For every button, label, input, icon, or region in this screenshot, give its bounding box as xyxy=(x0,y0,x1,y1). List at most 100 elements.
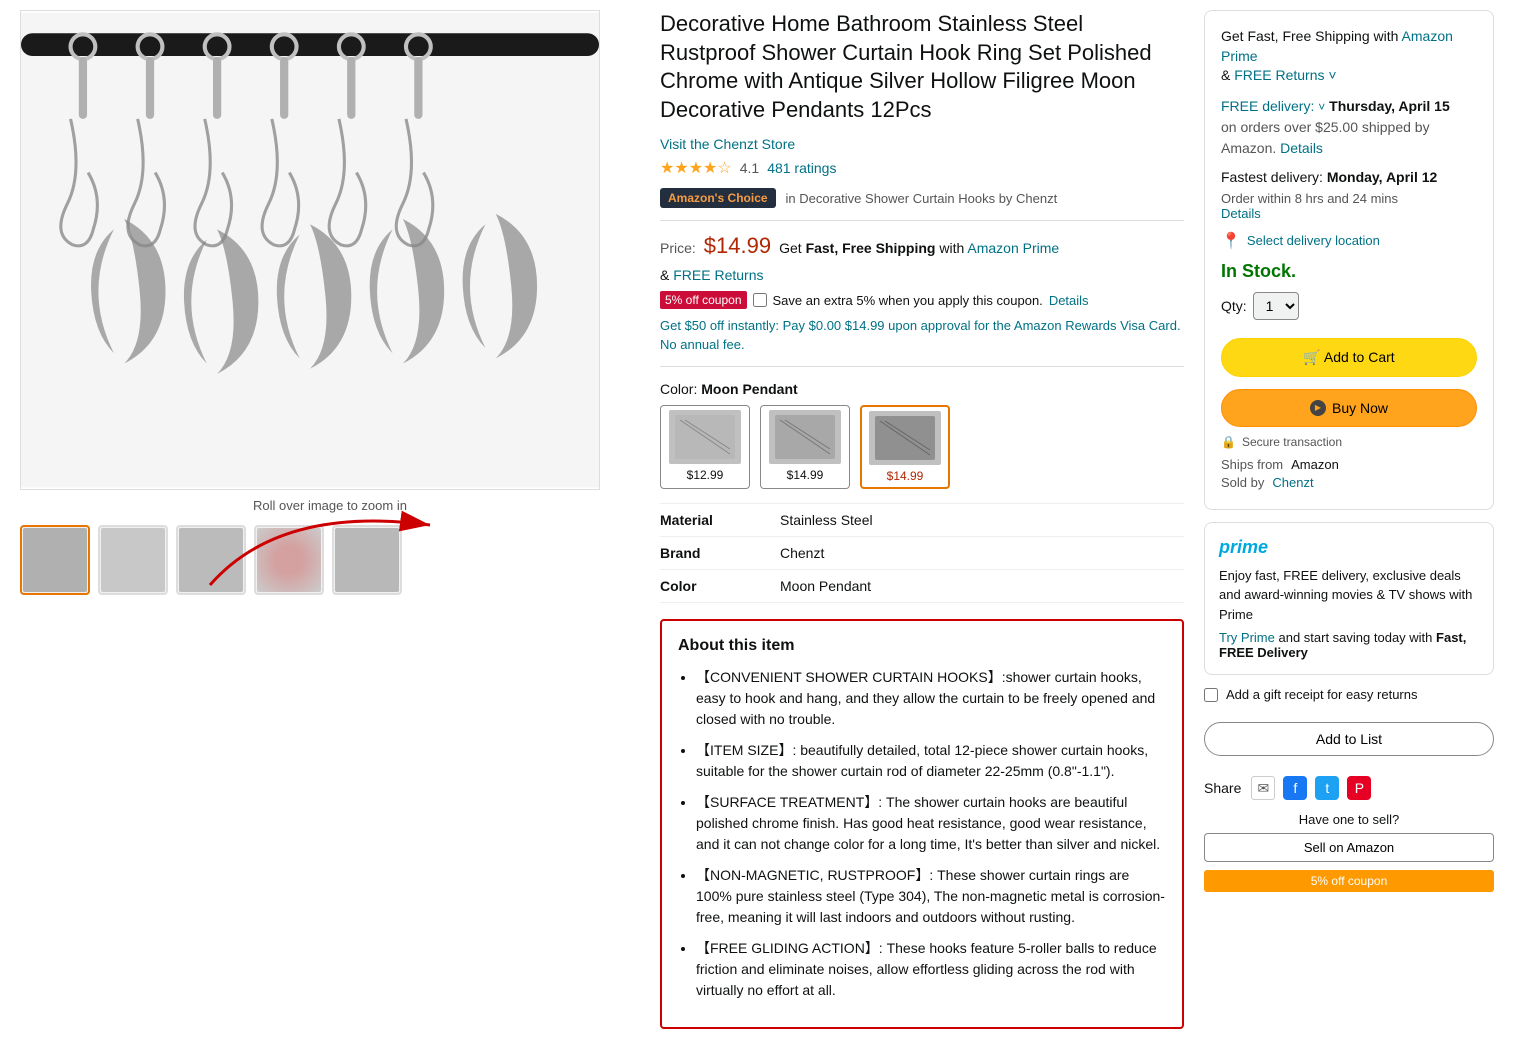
amazon-choice-text: Amazon's Choice xyxy=(668,191,768,205)
store-link[interactable]: Visit the Chenzt Store xyxy=(660,136,795,152)
coupon-row: 5% off coupon Save an extra 5% when you … xyxy=(660,291,1184,309)
color-price-1: $12.99 xyxy=(687,468,724,482)
cart-icon: 🛒 xyxy=(1303,349,1320,365)
color-thumb-1 xyxy=(669,410,741,464)
play-icon: ▶ xyxy=(1310,400,1326,416)
color-option-3[interactable]: $14.99 xyxy=(860,405,950,489)
delivery-condition: on orders over $25.00 shipped by Amazon.… xyxy=(1221,117,1477,159)
add-to-list-button[interactable]: Add to List xyxy=(1204,722,1494,756)
spec-key-brand: Brand xyxy=(660,545,780,561)
spec-val-material: Stainless Steel xyxy=(780,512,873,528)
amazon-choice-badge: Amazon's Choice xyxy=(660,188,776,208)
email-share-icon[interactable]: ✉ xyxy=(1251,776,1275,800)
select-location-text[interactable]: Select delivery location xyxy=(1247,233,1380,248)
free-shipping-top: Get Fast, Free Shipping with Amazon Prim… xyxy=(1221,27,1477,86)
share-icons: ✉ f t P xyxy=(1251,776,1371,800)
thumbnail-5[interactable] xyxy=(332,525,402,595)
and-free-returns: & xyxy=(1221,67,1230,83)
star-rating: ★★★★☆ xyxy=(660,158,732,178)
location-row[interactable]: 📍 Select delivery location xyxy=(1221,231,1477,251)
color-thumb-2 xyxy=(769,410,841,464)
color-price-3: $14.99 xyxy=(887,469,924,483)
rating-count[interactable]: 481 ratings xyxy=(767,160,836,176)
spec-key-color: Color xyxy=(660,578,780,594)
spec-key-material: Material xyxy=(660,512,780,528)
prime-box: prime Enjoy fast, FREE delivery, exclusi… xyxy=(1204,522,1494,676)
main-image[interactable] xyxy=(20,10,600,490)
about-item-5: 【FREE GLIDING ACTION】: These hooks featu… xyxy=(696,938,1166,1001)
coupon-banner-bottom: 5% off coupon xyxy=(1204,870,1494,892)
have-to-sell-text: Have one to sell? xyxy=(1299,812,1399,827)
delivery-chevron[interactable]: ˅ xyxy=(1318,100,1325,114)
pinterest-share-icon[interactable]: P xyxy=(1347,776,1371,800)
about-item-1: 【CONVENIENT SHOWER CURTAIN HOOKS】:shower… xyxy=(696,667,1166,730)
order-within: Order within 8 hrs and 24 mins xyxy=(1221,191,1477,206)
qty-select[interactable]: 1 2 3 4 xyxy=(1253,292,1299,320)
coupon-checkbox[interactable] xyxy=(753,293,767,307)
purchase-box-column: Get Fast, Free Shipping with Amazon Prim… xyxy=(1204,10,1494,1029)
free-delivery-label: FREE delivery: xyxy=(1221,98,1314,114)
sold-by-value[interactable]: Chenzt xyxy=(1272,475,1313,490)
color-option-2[interactable]: $14.99 xyxy=(760,405,850,489)
specs-table: Material Stainless Steel Brand Chenzt Co… xyxy=(660,503,1184,603)
purchase-box: Get Fast, Free Shipping with Amazon Prim… xyxy=(1204,10,1494,510)
delivery-details-link[interactable]: Details xyxy=(1280,140,1323,156)
coupon-details-link[interactable]: Details xyxy=(1049,293,1089,308)
qty-row: Qty: 1 2 3 4 xyxy=(1221,292,1477,320)
ships-from-value: Amazon xyxy=(1291,457,1339,472)
thumbnail-4[interactable] xyxy=(254,525,324,595)
free-returns-link[interactable]: FREE Returns xyxy=(673,267,763,283)
shipping-text: Get Fast, Free Shipping with Amazon Prim… xyxy=(779,240,1059,256)
qty-label: Qty: xyxy=(1221,298,1247,314)
badge-row: Amazon's Choice in Decorative Shower Cur… xyxy=(660,188,1184,208)
thumbnail-3[interactable] xyxy=(176,525,246,595)
spec-row-color: Color Moon Pendant xyxy=(660,570,1184,603)
thumbnail-2[interactable] xyxy=(98,525,168,595)
about-item-3: 【SURFACE TREATMENT】: The shower curtain … xyxy=(696,792,1166,855)
thumbnail-list xyxy=(20,525,640,595)
sold-by-row: Sold by Chenzt xyxy=(1221,475,1477,490)
color-price-2: $14.99 xyxy=(787,468,824,482)
gift-receipt-label: Add a gift receipt for easy returns xyxy=(1226,687,1417,702)
prime-logo-text: prime xyxy=(1219,537,1268,558)
color-name: Moon Pendant xyxy=(701,381,797,397)
spec-val-color: Moon Pendant xyxy=(780,578,871,594)
sell-row: Have one to sell? Sell on Amazon xyxy=(1204,812,1494,862)
product-title: Decorative Home Bathroom Stainless Steel… xyxy=(660,10,1184,124)
spec-val-brand: Chenzt xyxy=(780,545,824,561)
chevron-down-icon[interactable]: ˅ xyxy=(1328,67,1336,83)
spec-row-material: Material Stainless Steel xyxy=(660,504,1184,537)
promo-text[interactable]: Get $50 off instantly: Pay $0.00 $14.99 … xyxy=(660,317,1184,353)
ships-from-row: Ships from Amazon xyxy=(1221,457,1477,472)
add-to-cart-button[interactable]: 🛒 Add to Cart xyxy=(1221,338,1477,377)
fast-free-text: Fast, Free Shipping xyxy=(806,240,936,256)
twitter-share-icon[interactable]: t xyxy=(1315,776,1339,800)
rating-row: ★★★★☆ 4.1 481 ratings xyxy=(660,158,1184,178)
fastest-details-link[interactable]: Details xyxy=(1221,206,1261,221)
amazon-prime-link[interactable]: Amazon Prime xyxy=(967,240,1059,256)
gift-receipt-checkbox[interactable] xyxy=(1204,688,1218,702)
share-row: Share ✉ f t P xyxy=(1204,776,1494,800)
gift-receipt-row: Add a gift receipt for easy returns xyxy=(1204,687,1494,702)
delivery-date: Thursday, April 15 xyxy=(1329,98,1450,114)
choice-category: in Decorative Shower Curtain Hooks by Ch… xyxy=(786,191,1058,206)
facebook-share-icon[interactable]: f xyxy=(1283,776,1307,800)
with-text: with xyxy=(939,240,964,256)
ships-from-label: Ships from xyxy=(1221,457,1283,472)
color-thumb-3 xyxy=(869,411,941,465)
share-label: Share xyxy=(1204,780,1241,796)
about-title: About this item xyxy=(678,637,1166,655)
sell-on-amazon-button[interactable]: Sell on Amazon xyxy=(1204,833,1494,862)
fastest-date: Monday, April 12 xyxy=(1327,169,1437,185)
get-fast-shipping-text: Get Fast, Free Shipping with xyxy=(1221,28,1398,44)
color-section: Color: Moon Pendant $12.99 $14.99 xyxy=(660,381,1184,489)
secure-text: Secure transaction xyxy=(1242,435,1342,449)
and-text: & xyxy=(660,267,669,283)
get-text: Get xyxy=(779,240,802,256)
try-prime-link[interactable]: Try Prime xyxy=(1219,630,1275,645)
color-option-1[interactable]: $12.99 xyxy=(660,405,750,489)
thumbnail-1[interactable] xyxy=(20,525,90,595)
free-returns-box-link[interactable]: FREE Returns xyxy=(1234,67,1324,83)
buy-now-button[interactable]: ▶ Buy Now xyxy=(1221,389,1477,427)
secure-transaction: 🔒 Secure transaction xyxy=(1221,435,1477,449)
